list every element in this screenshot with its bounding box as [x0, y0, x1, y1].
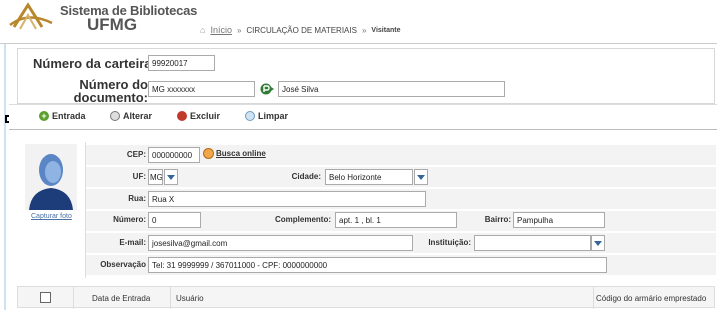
breadcrumb: ⌂ Início » CIRCULAÇÃO DE MATERIAIS » Vis… [200, 25, 400, 35]
limpar-label: Limpar [258, 111, 289, 121]
city-dropdown-button[interactable] [414, 169, 428, 185]
street-input[interactable]: Rua X [148, 191, 426, 207]
uf-select[interactable]: MG [148, 169, 163, 185]
search-icon [203, 148, 214, 159]
cep-label: CEP: [126, 150, 146, 159]
brand-subtitle: UFMG [87, 15, 138, 34]
card-number-label: Número da carteira: [33, 56, 156, 71]
user-name-input[interactable]: José Silva [278, 81, 505, 97]
institution-dropdown-button[interactable] [591, 235, 605, 251]
uf-dropdown-button[interactable] [164, 169, 178, 185]
neighborhood-input[interactable]: Pampulha [513, 212, 605, 228]
alterar-label: Alterar [123, 111, 153, 121]
cep-input[interactable]: 000000000 [148, 147, 200, 163]
street-label: Rua: [128, 194, 146, 203]
institution-label: Instituição: [428, 238, 471, 247]
neighborhood-label: Bairro: [484, 215, 511, 224]
breadcrumb-section: CIRCULAÇÃO DE MATERIAIS [246, 25, 357, 35]
column-divider [593, 287, 594, 309]
email-label: E-mail: [119, 238, 146, 247]
address-form: CEP: 000000000 Busca online UF: MG Cidad… [85, 142, 716, 278]
document-number-input[interactable]: MG xxxxxxx [148, 81, 255, 97]
limpar-button[interactable]: Limpar [245, 111, 288, 121]
number-input[interactable]: 0 [148, 212, 201, 228]
online-search-label: Busca online [216, 149, 266, 158]
add-icon: + [39, 111, 49, 121]
notes-label: Observação [100, 260, 146, 269]
institution-select[interactable] [474, 235, 591, 251]
online-search-button[interactable]: Busca online [203, 148, 266, 159]
search-document-icon[interactable] [260, 82, 274, 96]
email-input[interactable]: josesilva@gmail.com [148, 235, 413, 251]
left-border-decoration [4, 44, 6, 310]
entrada-label: Entrada [52, 111, 86, 121]
city-select[interactable]: Belo Horizonte [325, 169, 413, 185]
number-label: Número: [113, 215, 146, 224]
breadcrumb-separator: » [361, 25, 367, 35]
ufmg-logo-icon [9, 2, 53, 30]
complement-input[interactable]: apt. 1 , bl. 1 [335, 212, 457, 228]
select-all-checkbox[interactable] [40, 292, 51, 303]
excluir-label: Excluir [190, 111, 221, 121]
clear-icon [245, 111, 255, 121]
loans-table-header: Data de Entrada Usuário Código do armári… [17, 286, 715, 309]
column-divider [73, 287, 74, 309]
document-number-label: Número do documento: [70, 78, 148, 104]
card-lookup-panel: Número da carteira: 99920017 Número do d… [17, 48, 715, 104]
document-label-line2: documento: [73, 90, 148, 105]
home-icon[interactable]: ⌂ [200, 25, 205, 35]
column-header-user: Usuário [176, 294, 204, 303]
capture-photo-link[interactable]: Capturar foto [31, 213, 72, 220]
uf-label: UF: [132, 172, 146, 181]
city-label: Cidade: [291, 172, 321, 181]
alterar-button[interactable]: Alterar [110, 111, 152, 121]
excluir-button[interactable]: Excluir [177, 111, 220, 121]
complement-label: Complemento: [275, 215, 331, 224]
column-header-locker: Código do armário emprestado [596, 294, 707, 303]
notes-input[interactable]: Tel: 31 9999999 / 367011000 - CPF: 00000… [148, 257, 607, 273]
breadcrumb-current: Visitante [371, 26, 401, 34]
user-avatar [25, 144, 77, 210]
column-header-date: Data de Entrada [92, 294, 151, 303]
action-toolbar: + Entrada Alterar Excluir Limpar [9, 104, 717, 130]
page-header: Sistema de Bibliotecas UFMG ⌂ Início » C… [0, 0, 717, 44]
column-divider [170, 287, 171, 309]
delete-icon [177, 111, 187, 121]
breadcrumb-home-link[interactable]: Início [210, 25, 232, 35]
breadcrumb-separator: » [236, 25, 242, 35]
edit-icon [110, 111, 120, 121]
card-number-input[interactable]: 99920017 [148, 55, 215, 71]
entrada-button[interactable]: + Entrada [39, 111, 86, 121]
header-divider [0, 43, 717, 44]
